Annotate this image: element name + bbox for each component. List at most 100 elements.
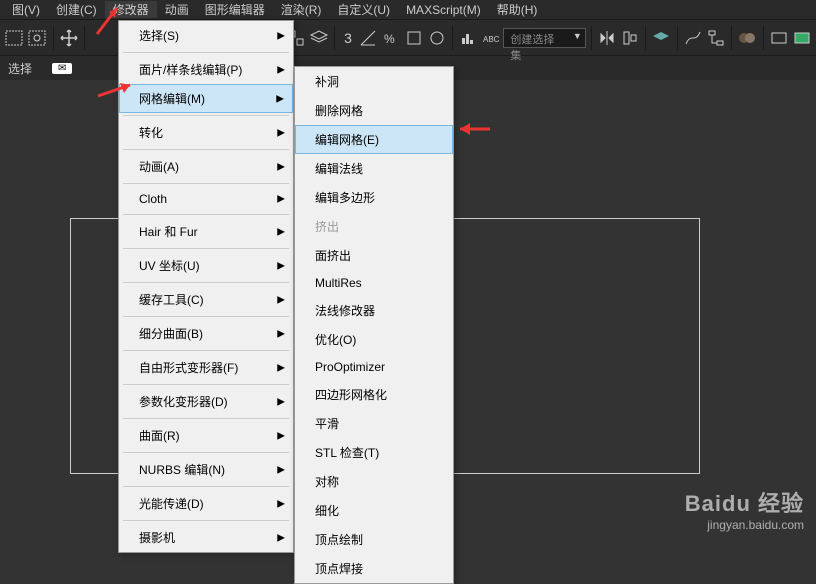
menu-customize[interactable]: 自定义(U)	[329, 1, 398, 18]
submenu-arrow-icon: ▶	[277, 161, 285, 172]
snap-angle-icon[interactable]	[358, 25, 379, 51]
mesh-edit-item[interactable]: 优化(O)	[295, 325, 453, 354]
modifier-menu-item[interactable]: 摄影机▶	[119, 523, 293, 552]
submenu-arrow-icon: ▶	[277, 294, 285, 305]
mesh-edit-item[interactable]: STL 检查(T)	[295, 438, 453, 467]
mirror-icon[interactable]	[597, 25, 618, 51]
submenu-arrow-icon: ▶	[277, 464, 285, 475]
separator	[452, 26, 453, 50]
modifier-menu-item[interactable]: 选择(S)▶	[119, 21, 293, 50]
material-icon[interactable]	[737, 25, 758, 51]
layer-icon[interactable]	[309, 25, 330, 51]
move-icon[interactable]	[58, 25, 79, 51]
modifier-menu-item[interactable]: 网格编辑(M)▶	[119, 84, 293, 113]
mesh-edit-item[interactable]: MultiRes	[295, 270, 453, 296]
menu-separator	[123, 282, 289, 283]
modifier-menu-item[interactable]: 缓存工具(C)▶	[119, 285, 293, 314]
mesh-edit-item[interactable]: 编辑多边形	[295, 183, 453, 212]
separator	[334, 26, 335, 50]
align2-icon[interactable]	[619, 25, 640, 51]
separator	[84, 26, 85, 50]
annotation-arrow	[456, 121, 492, 142]
menu-render[interactable]: 渲染(R)	[273, 1, 330, 18]
separator	[53, 26, 54, 50]
menu-separator	[123, 52, 289, 53]
menu-view[interactable]: 图(V)	[4, 1, 48, 18]
modifier-menu-item[interactable]: UV 坐标(U)▶	[119, 251, 293, 280]
submenu-arrow-icon: ▶	[277, 260, 285, 271]
modifier-menu-item[interactable]: 细分曲面(B)▶	[119, 319, 293, 348]
menu-separator	[123, 214, 289, 215]
mesh-edit-item[interactable]: 顶点焊接	[295, 554, 453, 583]
separator	[763, 26, 764, 50]
modifier-menu-item[interactable]: 转化▶	[119, 118, 293, 147]
abc-icon[interactable]: ABC	[481, 25, 502, 51]
submenu-arrow-icon: ▶	[277, 64, 285, 75]
mesh-edit-item[interactable]: 编辑网格(E)	[295, 125, 453, 154]
submenu-arrow-icon: ▶	[277, 194, 285, 205]
schematic-icon[interactable]	[705, 25, 726, 51]
watermark-url: jingyan.baidu.com	[685, 518, 804, 532]
curve-editor-icon[interactable]	[682, 25, 703, 51]
submenu-arrow-icon: ▶	[276, 93, 284, 104]
mesh-edit-item[interactable]: 编辑法线	[295, 154, 453, 183]
submenu-arrow-icon: ▶	[277, 430, 285, 441]
select-badge-icon[interactable]: ✉	[52, 63, 72, 74]
modifier-menu-item[interactable]: 光能传递(D)▶	[119, 489, 293, 518]
menu-separator	[123, 316, 289, 317]
render-setup-icon[interactable]	[768, 25, 789, 51]
select-rect-icon[interactable]	[4, 25, 25, 51]
modifier-menu-item[interactable]: 自由形式变形器(F)▶	[119, 353, 293, 382]
menu-separator	[123, 486, 289, 487]
submenu-arrow-icon: ▶	[277, 396, 285, 407]
render-icon[interactable]	[791, 25, 812, 51]
submenu-arrow-icon: ▶	[277, 328, 285, 339]
submenu-arrow-icon: ▶	[277, 532, 285, 543]
separator	[645, 26, 646, 50]
menu-animation[interactable]: 动画	[157, 1, 197, 18]
menu-separator	[123, 149, 289, 150]
mesh-edit-item[interactable]: 四边形网格化	[295, 380, 453, 409]
mesh-edit-item[interactable]: 平滑	[295, 409, 453, 438]
mesh-edit-item[interactable]: 补洞	[295, 67, 453, 96]
submenu-arrow-icon: ▶	[277, 127, 285, 138]
selection-set-dropdown[interactable]: 创建选择集	[503, 28, 585, 48]
modifier-menu-item[interactable]: NURBS 编辑(N)▶	[119, 455, 293, 484]
snap-grid-icon[interactable]	[403, 25, 424, 51]
layers-icon[interactable]	[651, 25, 672, 51]
svg-text:ABC: ABC	[483, 35, 500, 44]
mesh-edit-item[interactable]: 法线修改器	[295, 296, 453, 325]
menu-separator	[123, 183, 289, 184]
mesh-edit-item[interactable]: 对称	[295, 467, 453, 496]
watermark-brand: Baidu 经验	[685, 486, 804, 518]
mesh-edit-item: 挤出	[295, 212, 453, 241]
mesh-edit-item[interactable]: 细化	[295, 496, 453, 525]
menu-maxscript[interactable]: MAXScript(M)	[398, 3, 489, 17]
modifier-menu-item[interactable]: 动画(A)▶	[119, 152, 293, 181]
menu-help[interactable]: 帮助(H)	[489, 1, 546, 18]
menu-shape-editor[interactable]: 图形编辑器	[197, 1, 273, 18]
menu-separator	[123, 384, 289, 385]
chart-icon[interactable]	[458, 25, 479, 51]
mesh-edit-item[interactable]: ProOptimizer	[295, 354, 453, 380]
spinner-icon[interactable]	[426, 25, 447, 51]
snap-percent-icon[interactable]: %	[381, 25, 402, 51]
mesh-edit-item[interactable]: 面挤出	[295, 241, 453, 270]
watermark: Baidu 经验 jingyan.baidu.com	[685, 486, 804, 532]
menu-separator	[123, 115, 289, 116]
modifier-menu-item[interactable]: Cloth▶	[119, 186, 293, 212]
menu-separator	[123, 350, 289, 351]
modifier-menu-item[interactable]: Hair 和 Fur▶	[119, 217, 293, 246]
mesh-edit-item[interactable]: 删除网格	[295, 96, 453, 125]
submenu-arrow-icon: ▶	[277, 362, 285, 373]
annotation-arrow	[96, 80, 136, 105]
modifier-menu-item[interactable]: 面片/样条线编辑(P)▶	[119, 55, 293, 84]
three-label: 3	[340, 30, 356, 46]
svg-text:%: %	[384, 32, 395, 46]
separator	[591, 26, 592, 50]
modifier-menu-item[interactable]: 曲面(R)▶	[119, 421, 293, 450]
select-circle-icon[interactable]	[27, 25, 48, 51]
menu-separator	[123, 418, 289, 419]
submenu-arrow-icon: ▶	[277, 498, 285, 509]
modifier-menu-item[interactable]: 参数化变形器(D)▶	[119, 387, 293, 416]
